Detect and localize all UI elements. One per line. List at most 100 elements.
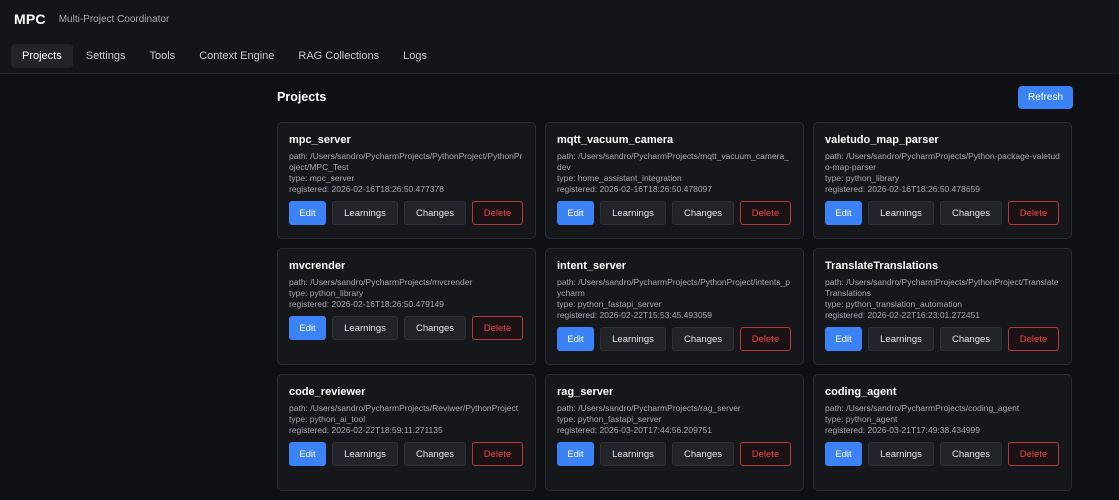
project-registered: registered: 2026-02-16T18:26:50.478097 — [557, 184, 713, 194]
project-path: path: /Users/sandro/PycharmProjects/Pyth… — [557, 277, 790, 298]
project-name: rag_server — [557, 386, 614, 398]
learnings-button[interactable]: Learnings — [332, 201, 398, 225]
projects-header: Projects Refresh — [277, 74, 1073, 116]
projects-panel: Projects Refresh mpc_server path: /Users/… — [277, 74, 1073, 491]
card-actions: Edit Learnings Changes Delete — [289, 442, 524, 466]
project-card: valetudo_map_parser path: /Users/sandro/P… — [813, 122, 1072, 239]
delete-button[interactable]: Delete — [740, 327, 791, 351]
project-name: TranslateTranslations — [825, 260, 939, 272]
learnings-button[interactable]: Learnings — [600, 201, 666, 225]
delete-button[interactable]: Delete — [1008, 327, 1059, 351]
page-title: Projects — [277, 90, 327, 104]
edit-button[interactable]: Edit — [557, 327, 594, 351]
project-registered: registered: 2026-02-16T18:26:50.477378 — [289, 184, 445, 194]
changes-button[interactable]: Changes — [404, 442, 466, 466]
project-name: coding_agent — [825, 386, 897, 398]
project-grid: mpc_server path: /Users/sandro/PycharmPro… — [277, 122, 1073, 491]
delete-button[interactable]: Delete — [472, 201, 523, 225]
project-card: mvcrender path: /Users/sandro/PycharmProj… — [277, 248, 536, 365]
edit-button[interactable]: Edit — [825, 442, 862, 466]
changes-button[interactable]: Changes — [404, 316, 466, 340]
project-type: type: python_fastapi_server — [557, 299, 662, 309]
tab-tools[interactable]: Tools — [139, 44, 187, 68]
changes-button[interactable]: Changes — [940, 442, 1002, 466]
project-registered: registered: 2026-02-22T15:53:45.493059 — [557, 310, 713, 320]
project-registered: registered: 2026-03-20T17:44:56.209751 — [557, 425, 713, 435]
project-path: path: /Users/sandro/PycharmProjects/mvcr… — [289, 277, 473, 287]
project-name: code_reviewer — [289, 386, 366, 398]
learnings-button[interactable]: Learnings — [868, 442, 934, 466]
refresh-button[interactable]: Refresh — [1018, 85, 1073, 109]
project-type: type: python_library — [289, 288, 364, 298]
changes-button[interactable]: Changes — [672, 442, 734, 466]
project-path: path: /Users/sandro/PycharmProjects/Pyth… — [289, 151, 523, 172]
card-actions: Edit Learnings Changes Delete — [289, 201, 524, 225]
changes-button[interactable]: Changes — [672, 327, 734, 351]
card-actions: Edit Learnings Changes Delete — [557, 201, 792, 225]
project-card: mpc_server path: /Users/sandro/PycharmPro… — [277, 122, 536, 239]
learnings-button[interactable]: Learnings — [332, 442, 398, 466]
project-registered: registered: 2026-03-21T17:49:38.434999 — [825, 425, 981, 435]
project-type: type: python_library — [825, 173, 900, 183]
project-card: code_reviewer path: /Users/sandro/Pycharm… — [277, 374, 536, 491]
changes-button[interactable]: Changes — [940, 327, 1002, 351]
project-card: intent_server path: /Users/sandro/Pycharm… — [545, 248, 804, 365]
edit-button[interactable]: Edit — [289, 201, 326, 225]
tab-settings[interactable]: Settings — [75, 44, 137, 68]
changes-button[interactable]: Changes — [404, 201, 466, 225]
project-path: path: /Users/sandro/PycharmProjects/Pyth… — [825, 151, 1060, 172]
card-actions: Edit Learnings Changes Delete — [557, 442, 792, 466]
card-actions: Edit Learnings Changes Delete — [557, 327, 792, 351]
project-name: valetudo_map_parser — [825, 134, 939, 146]
tab-logs[interactable]: Logs — [392, 44, 438, 68]
app-subtitle: Multi-Project Coordinator — [58, 13, 170, 25]
learnings-button[interactable]: Learnings — [600, 442, 666, 466]
delete-button[interactable]: Delete — [1008, 442, 1059, 466]
project-registered: registered: 2026-02-22T16:23:01.272451 — [825, 310, 981, 320]
learnings-button[interactable]: Learnings — [332, 316, 398, 340]
delete-button[interactable]: Delete — [472, 442, 523, 466]
tab-projects[interactable]: Projects — [11, 43, 73, 68]
project-card: mqtt_vacuum_camera path: /Users/sandro/Py… — [545, 122, 804, 239]
tab-context-engine[interactable]: Context Engine — [188, 44, 285, 68]
card-actions: Edit Learnings Changes Delete — [289, 316, 524, 340]
project-card: TranslateTranslations path: /Users/sandro… — [813, 248, 1072, 365]
delete-button[interactable]: Delete — [740, 201, 791, 225]
project-path: path: /Users/sandro/PycharmProjects/mqtt… — [557, 151, 789, 172]
project-path: path: /Users/sandro/PycharmProjects/Pyth… — [825, 277, 1059, 298]
learnings-button[interactable]: Learnings — [868, 327, 934, 351]
app-header: MPC Multi-Project Coordinator — [0, 0, 1119, 38]
project-card: coding_agent path: /Users/sandro/PycharmP… — [813, 374, 1072, 491]
card-actions: Edit Learnings Changes Delete — [825, 442, 1060, 466]
project-card: rag_server path: /Users/sandro/PycharmPro… — [545, 374, 804, 491]
delete-button[interactable]: Delete — [472, 316, 523, 340]
project-type: type: mpc_server — [289, 173, 355, 183]
project-registered: registered: 2026-02-22T18:59:11.271135 — [289, 425, 443, 435]
project-type: type: home_assistant_integration — [557, 173, 682, 183]
delete-button[interactable]: Delete — [1008, 201, 1059, 225]
project-name: mpc_server — [289, 134, 351, 146]
project-path: path: /Users/sandro/PycharmProjects/codi… — [825, 403, 1020, 413]
changes-button[interactable]: Changes — [940, 201, 1002, 225]
project-registered: registered: 2026-02-16T18:26:50.478659 — [825, 184, 981, 194]
project-name: mqtt_vacuum_camera — [557, 134, 674, 146]
card-actions: Edit Learnings Changes Delete — [825, 327, 1060, 351]
edit-button[interactable]: Edit — [557, 201, 594, 225]
project-type: type: python_ai_tool — [289, 414, 366, 424]
tab-rag-collections[interactable]: RAG Collections — [287, 44, 390, 68]
project-registered: registered: 2026-02-16T18:26:50.479149 — [289, 299, 445, 309]
edit-button[interactable]: Edit — [557, 442, 594, 466]
edit-button[interactable]: Edit — [825, 201, 862, 225]
learnings-button[interactable]: Learnings — [868, 201, 934, 225]
app-title: MPC — [14, 11, 46, 27]
project-type: type: python_fastapi_server — [557, 414, 662, 424]
edit-button[interactable]: Edit — [289, 316, 326, 340]
edit-button[interactable]: Edit — [289, 442, 326, 466]
delete-button[interactable]: Delete — [740, 442, 791, 466]
changes-button[interactable]: Changes — [672, 201, 734, 225]
learnings-button[interactable]: Learnings — [600, 327, 666, 351]
project-type: type: python_agent — [825, 414, 898, 424]
project-name: mvcrender — [289, 260, 346, 272]
project-path: path: /Users/sandro/PycharmProjects/rag_… — [557, 403, 741, 413]
edit-button[interactable]: Edit — [825, 327, 862, 351]
